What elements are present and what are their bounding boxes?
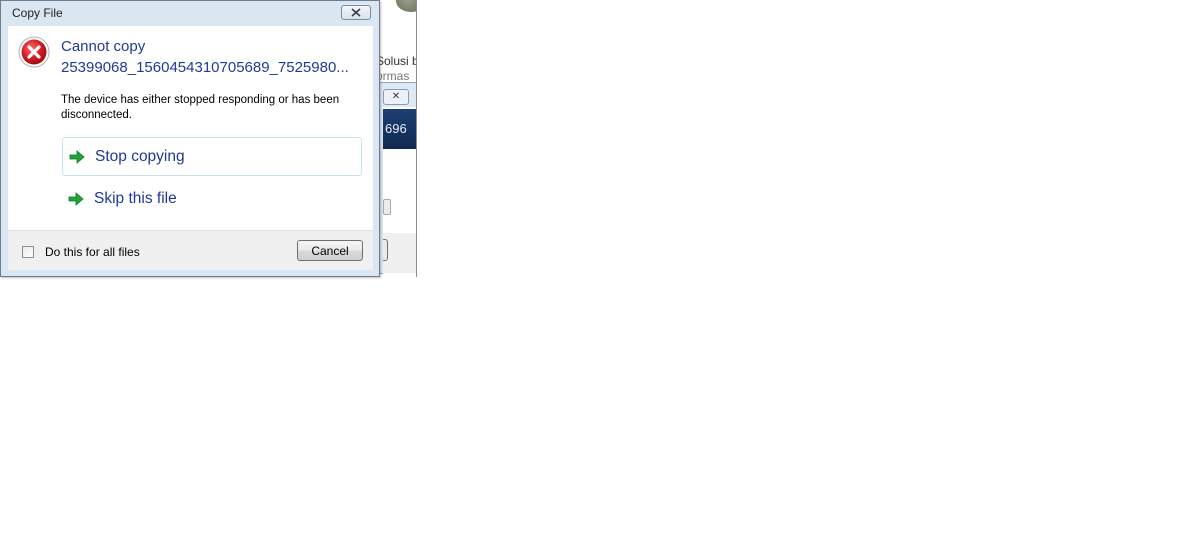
- stop-copying-button[interactable]: Stop copying: [62, 137, 362, 176]
- green-arrow-icon: [69, 149, 85, 164]
- skip-file-button[interactable]: Skip this file: [62, 179, 362, 218]
- background-text: Solusi b: [376, 54, 417, 68]
- error-message: The device has either stopped responding…: [61, 94, 340, 121]
- close-icon[interactable]: ✕: [383, 89, 409, 105]
- stop-copying-label: Stop copying: [95, 147, 185, 165]
- background-dialog: ✕ 696: [378, 82, 416, 277]
- cancel-button[interactable]: Cancel: [297, 240, 363, 261]
- skip-file-label: Skip this file: [94, 189, 177, 207]
- error-icon: [18, 36, 50, 68]
- close-icon: [351, 8, 361, 17]
- apply-to-all-label[interactable]: Do this for all files: [45, 245, 140, 259]
- title-bar[interactable]: Copy File: [1, 1, 379, 25]
- background-dialog-footer: [383, 233, 416, 273]
- background-banner: 696: [383, 109, 416, 149]
- green-arrow-icon: [68, 191, 84, 206]
- error-heading: Cannot copy: [61, 38, 146, 55]
- background-text: ormas: [376, 69, 410, 83]
- dialog-content: Cannot copy 25399068_1560454310705689_75…: [8, 26, 373, 230]
- close-button[interactable]: [341, 5, 371, 20]
- avatar: [396, 0, 416, 12]
- copy-file-dialog: Copy File Cannot copy 25399068_156045431…: [0, 0, 380, 277]
- scrollbar-thumb[interactable]: [383, 199, 391, 215]
- dialog-title: Copy File: [12, 6, 63, 20]
- dialog-footer: Do this for all files Cancel: [8, 230, 373, 270]
- background-button[interactable]: [383, 239, 388, 261]
- file-name: 25399068_1560454310705689_7525980...: [61, 59, 349, 76]
- apply-to-all-checkbox[interactable]: [22, 246, 34, 258]
